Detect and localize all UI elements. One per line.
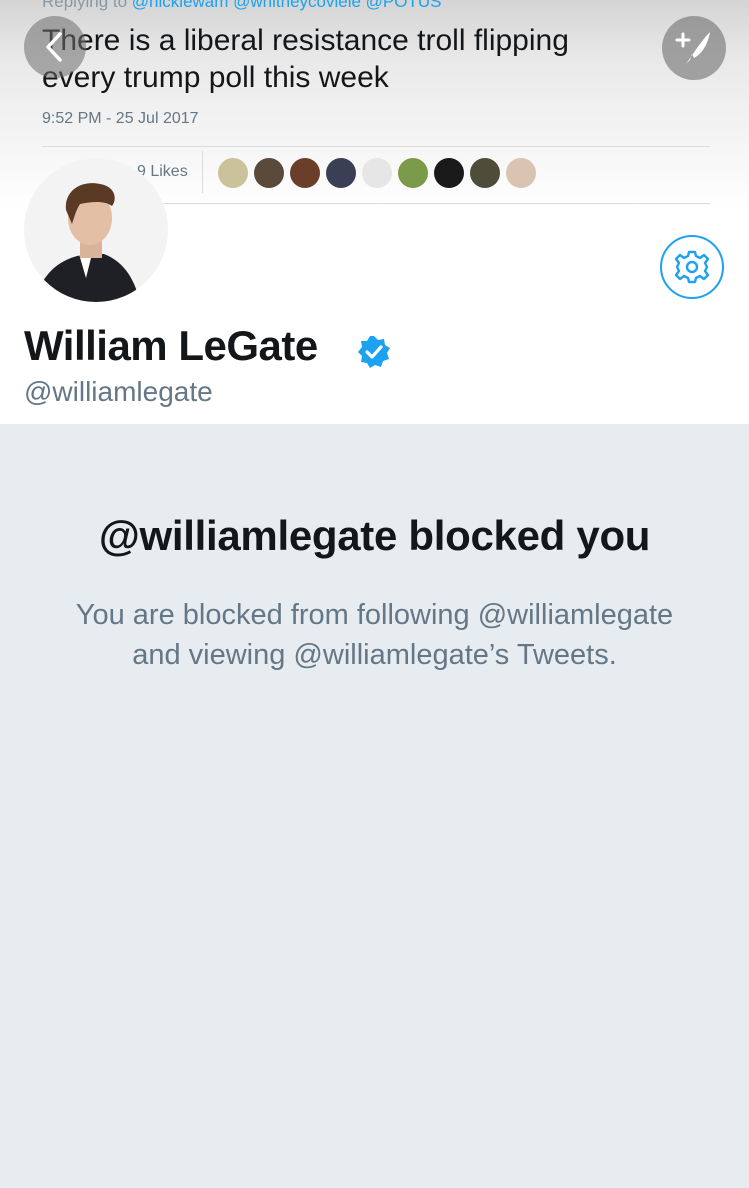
replying-prefix: Replying to	[42, 0, 128, 11]
settings-button[interactable]	[660, 235, 724, 299]
liker-avatar[interactable]	[326, 158, 356, 188]
verified-badge-icon	[358, 336, 390, 368]
tweet-timestamp: 9:52 PM - 25 Jul 2017	[42, 110, 199, 127]
gear-icon	[674, 250, 710, 284]
compose-tweet-button[interactable]	[662, 16, 726, 80]
divider	[42, 146, 710, 147]
replying-handles: @nickiewam @whitneycoviele @POTUS	[131, 0, 442, 11]
avatar[interactable]	[24, 158, 168, 302]
liker-avatar[interactable]	[506, 158, 536, 188]
tweet-text: There is a liberal resistance troll flip…	[42, 24, 569, 94]
avatar-image	[24, 158, 168, 302]
screen-name: @williamlegate	[24, 376, 213, 407]
compose-tweet-icon	[675, 32, 710, 64]
chevron-left-icon	[46, 32, 62, 62]
liker-avatar[interactable]	[470, 158, 500, 188]
liker-avatar[interactable]	[290, 158, 320, 188]
display-name: William LeGate	[24, 322, 318, 369]
liker-avatar[interactable]	[218, 158, 248, 188]
back-button[interactable]	[24, 16, 86, 78]
blocked-message: You are blocked from following @williaml…	[75, 599, 674, 671]
blocked-title: @williamlegate blocked you	[98, 512, 651, 559]
liker-avatar[interactable]	[434, 158, 464, 188]
liker-avatar[interactable]	[362, 158, 392, 188]
divider	[202, 151, 203, 193]
replying-to: Replying to @nickiewam @whitneycoviele @…	[42, 0, 442, 12]
liker-avatar[interactable]	[398, 158, 428, 188]
likers-avatars	[218, 158, 536, 188]
liker-avatar[interactable]	[254, 158, 284, 188]
